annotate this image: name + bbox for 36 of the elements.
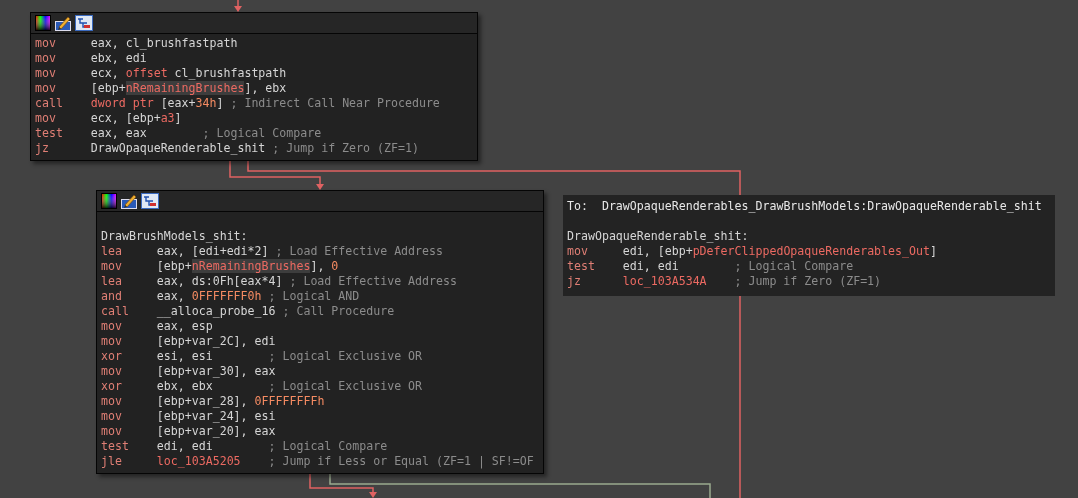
code-line: mov edi, [ebp+pDeferClippedOpaqueRenderables_Out] [567,244,938,259]
code-line: mov [ebp+var_24], esi [101,409,277,424]
code-line: mov [ebp+var_30], eax [101,364,277,379]
code-line: test eax, eax ; Logical Compare [35,126,323,141]
code-line: mov [ebp+nRemainingBrushes], 0 [101,259,340,274]
graph-icon[interactable] [141,193,159,209]
palette-icon[interactable] [35,15,51,31]
palette-icon[interactable] [101,193,117,209]
code-line: jle loc_103A5205 ; Jump if Less or Equal (ZF=1 | SF!=OF [101,454,535,469]
code-line: jz loc_103A534A ; Jump if Zero (ZF=1) [567,274,883,289]
code-line: mov ecx, offset cl_brushfastpath [35,66,288,81]
code-line: xor esi, esi ; Logical Exclusive OR [101,349,424,364]
code-line: call __alloca_probe_16 ; Call Procedure [101,304,396,319]
code-line: mov [ebp+nRemainingBrushes], ebx [35,81,288,96]
code-line: mov [ebp+var_2C], edi [101,334,277,349]
code-line: test edi, edi ; Logical Compare [101,439,389,454]
code-line: xor ebx, ebx ; Logical Exclusive OR [101,379,424,394]
pencil-icon[interactable] [55,15,71,31]
code-line: mov eax, cl_brushfastpath [35,36,239,51]
code-line: mov ebx, edi [35,51,148,66]
code-label: DrawBrushModels_shit: [101,229,249,244]
code-line: mov [ebp+var_28], 0FFFFFFFFh [101,394,326,409]
code-line: test edi, edi ; Logical Compare [567,259,855,274]
graph-icon[interactable] [75,15,93,31]
pencil-icon[interactable] [121,193,137,209]
code-line: lea eax, ds:0Fh[eax*4] ; Load Effective Address [101,274,458,289]
code-line: mov [ebp+var_20], eax [101,424,277,439]
code-line: mov eax, esp [101,319,214,334]
code-line: and eax, 0FFFFFFF0h ; Logical AND [101,289,361,304]
code-line: call dword ptr [eax+34h] ; Indirect Call Near Procedure [35,96,441,111]
flow-arrow [234,0,242,12]
code-line: mov ecx, [ebp+a3] [35,111,183,126]
code-line: jz DrawOpaqueRenderable_shit ; Jump if Zero (ZF=1) [35,141,420,156]
jump-target-title: To: DrawOpaqueRenderables_DrawBrushModels:DrawOpaqueRenderable_shit [567,199,1043,214]
code-line: lea eax, [edi+edi*2] ; Load Effective Address [101,244,444,259]
code-label: DrawOpaqueRenderable_shit: [567,229,750,244]
